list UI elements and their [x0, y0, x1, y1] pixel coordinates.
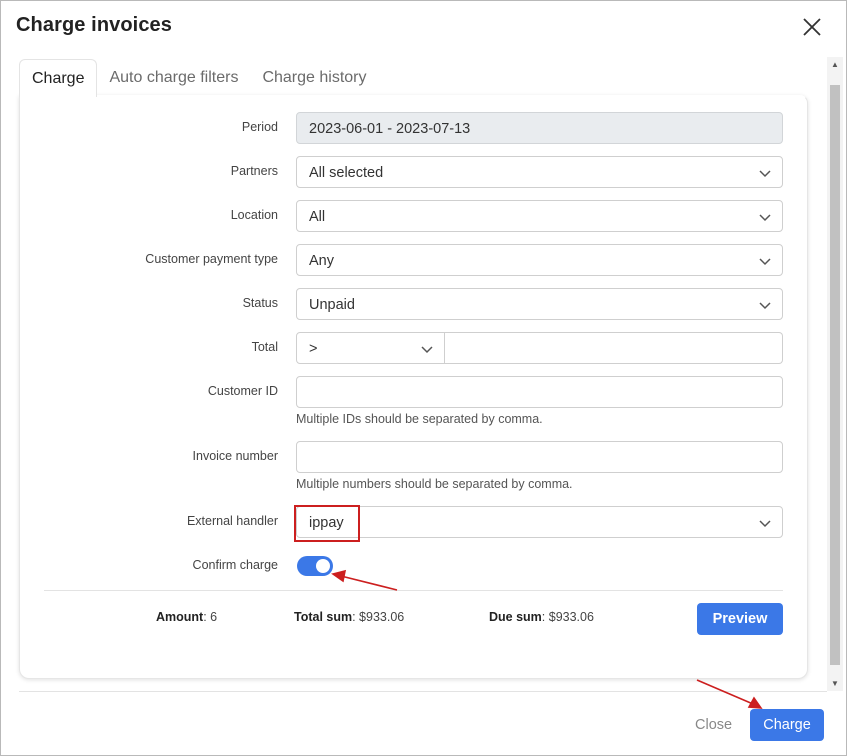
- amount-label: Amount: [156, 610, 204, 624]
- location-label: Location: [230, 208, 278, 222]
- payment-type-select[interactable]: Any: [296, 244, 783, 276]
- partners-select[interactable]: All selected: [296, 156, 783, 188]
- payment-type-value: Any: [309, 253, 334, 269]
- external-handler-label: External handler: [186, 514, 278, 528]
- payment-type-label: Customer payment type: [145, 252, 278, 266]
- tab-charge-history[interactable]: Charge history: [250, 59, 378, 97]
- chevron-down-icon: [759, 258, 771, 266]
- customer-id-input[interactable]: [296, 376, 783, 408]
- status-value: Unpaid: [309, 297, 355, 313]
- confirm-charge-label: Confirm charge: [192, 558, 278, 572]
- chevron-down-icon: [759, 170, 771, 178]
- period-field: 2023-06-01 - 2023-07-13: [296, 112, 783, 144]
- tab-charge[interactable]: Charge: [19, 59, 98, 97]
- footer-divider: [19, 691, 827, 692]
- invoice-number-label: Invoice number: [192, 449, 278, 463]
- status-select[interactable]: Unpaid: [296, 288, 783, 320]
- charge-button[interactable]: Charge: [750, 709, 824, 741]
- due-sum-summary: Due sum: $933.06: [489, 610, 594, 624]
- period-value: 2023-06-01 - 2023-07-13: [309, 121, 471, 137]
- toggle-knob: [316, 559, 330, 573]
- chevron-down-icon: [759, 214, 771, 222]
- invoice-number-help: Multiple numbers should be separated by …: [296, 477, 573, 491]
- period-label: Period: [241, 120, 278, 134]
- annotation-highlight-box: [294, 505, 360, 542]
- location-select[interactable]: All: [296, 200, 783, 232]
- tab-bar: Charge Auto charge filters Charge histor…: [19, 59, 378, 97]
- scrollbar-thumb[interactable]: [830, 85, 840, 665]
- customer-id-label: Customer ID: [207, 384, 278, 398]
- scroll-up-arrow-icon[interactable]: ▲: [831, 60, 839, 69]
- total-sum-value: : $933.06: [352, 610, 405, 624]
- customer-id-help: Multiple IDs should be separated by comm…: [296, 412, 543, 426]
- close-button[interactable]: Close: [695, 717, 732, 733]
- vertical-scrollbar[interactable]: ▲ ▼: [827, 57, 843, 691]
- total-operator-value: >: [309, 341, 318, 357]
- total-value-input[interactable]: [444, 332, 783, 364]
- annotation-arrow-charge: [696, 679, 763, 709]
- confirm-charge-toggle[interactable]: [297, 556, 333, 576]
- dialog-title: Charge invoices: [16, 14, 173, 36]
- due-sum-value: : $933.06: [541, 610, 594, 624]
- total-sum-label: Total sum: [294, 610, 353, 624]
- chevron-down-icon: [759, 302, 771, 310]
- location-value: All: [309, 209, 326, 225]
- amount-summary: Amount: 6: [156, 610, 217, 624]
- scroll-down-arrow-icon[interactable]: ▼: [831, 679, 839, 688]
- amount-value: : 6: [203, 610, 218, 624]
- total-sum-summary: Total sum: $933.06: [294, 610, 404, 624]
- external-handler-select[interactable]: ippay: [296, 506, 783, 538]
- due-sum-label: Due sum: [489, 610, 542, 624]
- invoice-number-input[interactable]: [296, 441, 783, 473]
- close-icon[interactable]: [801, 16, 823, 38]
- total-label: Total: [251, 340, 278, 354]
- status-label: Status: [242, 296, 278, 310]
- preview-button[interactable]: Preview: [697, 603, 783, 635]
- tab-auto-charge-filters[interactable]: Auto charge filters: [97, 59, 250, 97]
- charge-invoices-dialog: Charge invoices ▲ ▼ Charge Auto charge f…: [0, 0, 847, 756]
- partners-label: Partners: [230, 164, 278, 178]
- section-divider: [44, 590, 783, 591]
- chevron-down-icon: [421, 346, 433, 354]
- total-operator-select[interactable]: >: [296, 332, 445, 364]
- partners-value: All selected: [309, 165, 384, 181]
- chevron-down-icon: [759, 520, 771, 528]
